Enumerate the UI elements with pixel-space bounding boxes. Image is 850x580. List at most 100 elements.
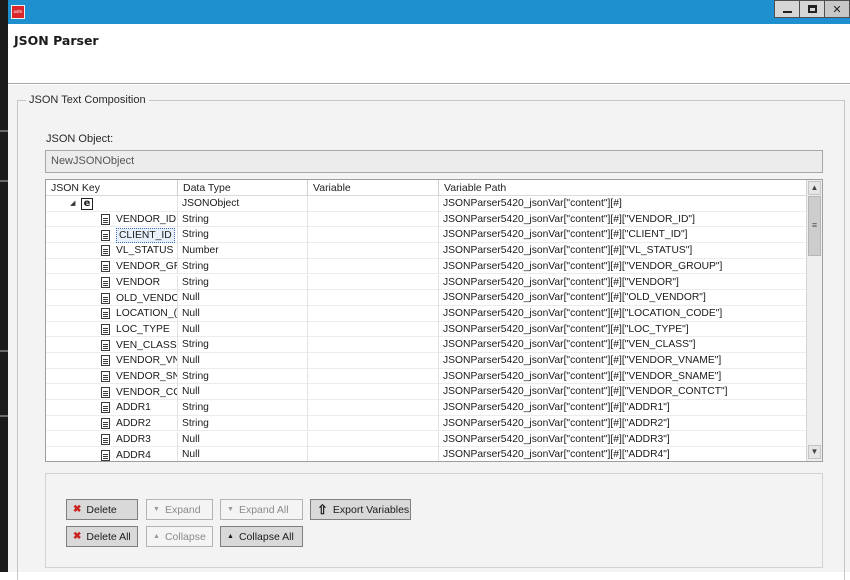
json-object-label: JSON Object: [46, 133, 114, 145]
collapse-triangle-icon[interactable]: ◢ [70, 197, 78, 210]
variable-cell[interactable] [308, 353, 439, 369]
table-row[interactable]: VENDOR_CO Null JSONParser5420_jsonVar["con… [46, 384, 806, 401]
json-key-cell: VENDOR_ID [46, 211, 178, 228]
variable-cell[interactable] [308, 290, 439, 306]
variable-cell[interactable] [308, 415, 439, 432]
variable-cell[interactable] [308, 368, 439, 385]
json-key-label: VENDOR_GR( [116, 261, 178, 273]
expand-all-button-label: Expand All [238, 503, 289, 516]
data-type-cell: String [178, 400, 308, 416]
document-icon [101, 386, 110, 398]
table-row[interactable]: VL_STATUS Number JSONParser5420_jsonVar["c… [46, 243, 806, 259]
export-variables-button[interactable]: ⇧ Export Variables [310, 499, 411, 520]
variable-cell[interactable] [308, 305, 439, 322]
data-type-cell: Null [178, 353, 308, 369]
table-row[interactable]: VENDOR_ID String JSONParser5420_jsonVar["c… [46, 211, 806, 228]
delete-all-button-label: Delete All [86, 530, 131, 543]
variable-path-cell: JSONParser5420_jsonVar["content"][#]["CL… [443, 229, 688, 241]
table-row[interactable]: VENDOR_GR(String JSONParser5420_jsonVar["… [46, 258, 806, 275]
close-button[interactable]: ✕ [824, 0, 850, 18]
json-key-cell: VENDOR_SN [46, 368, 178, 385]
document-icon [101, 323, 110, 335]
variable-cell[interactable] [308, 196, 439, 212]
desktop-edge-mark [0, 180, 8, 182]
variable-path-cell: JSONParser5420_jsonVar["content"][#]["VE… [443, 276, 679, 288]
table-row[interactable]: VENDOR String JSONParser5420_jsonVar["cont… [46, 274, 806, 291]
data-type-cell: String [178, 258, 308, 275]
document-icon [101, 245, 110, 257]
minimize-button[interactable] [774, 0, 800, 18]
variable-cell[interactable] [308, 400, 439, 416]
data-type-cell: Number [178, 243, 308, 259]
table-row[interactable]: VEN_CLASS String JSONParser5420_jsonVar["c… [46, 337, 806, 353]
json-object-field[interactable]: NewJSONObject [45, 150, 823, 173]
json-key-cell: LOCATION_( [46, 305, 178, 322]
table-row[interactable]: ADDR4 Null JSONParser5420_jsonVar["content… [46, 447, 806, 461]
variable-cell[interactable] [308, 431, 439, 448]
table-row[interactable]: VENDOR_SN String JSONParser5420_jsonVar["c… [46, 368, 806, 385]
variable-cell[interactable] [308, 274, 439, 291]
document-icon [101, 371, 110, 383]
collapse-button[interactable]: ▲ Collapse [146, 526, 213, 547]
variable-cell[interactable] [308, 243, 439, 259]
table-row[interactable]: LOC_TYPE Null JSONParser5420_jsonVar["cont… [46, 321, 806, 338]
expand-button[interactable]: ▼ Expand [146, 499, 213, 520]
variable-path-cell: JSONParser5420_jsonVar["content"][#]["LO… [443, 323, 689, 335]
document-icon [101, 308, 110, 320]
document-icon [101, 276, 110, 288]
column-header-json-key[interactable]: JSON Key [46, 180, 178, 196]
scroll-thumb[interactable]: ≡ [808, 196, 821, 256]
json-key-label: LOCATION_( [116, 308, 178, 320]
collapse-all-button-label: Collapse All [238, 530, 294, 543]
variable-path-cell: JSONParser5420_jsonVar["content"][#]["VL… [443, 245, 693, 257]
json-key-label: VEN_CLASS [116, 339, 177, 351]
document-icon [101, 355, 110, 367]
json-key-label: ADDR3 [116, 433, 151, 445]
table-row[interactable]: OLD_VENDO Null JSONParser5420_jsonVar["con… [46, 290, 806, 306]
variable-cell[interactable] [308, 384, 439, 401]
table-row[interactable]: LOCATION_(Null JSONParser5420_jsonVar["co… [46, 305, 806, 322]
group-legend: JSON Text Composition [26, 94, 149, 106]
variable-path-cell: JSONParser5420_jsonVar["content"][#]["AD… [443, 417, 670, 429]
variable-path-cell: JSONParser5420_jsonVar["content"][#]["VE… [443, 260, 723, 272]
variable-cell[interactable] [308, 227, 439, 244]
json-key-cell: OLD_VENDO [46, 290, 178, 306]
collapse-icon: ▲ [153, 532, 160, 540]
json-key-cell: VENDOR_VN [46, 353, 178, 369]
delete-button-label: Delete [86, 503, 117, 516]
variable-cell[interactable] [308, 447, 439, 461]
scroll-up-icon[interactable]: ▲ [808, 181, 821, 195]
expand-all-button[interactable]: ▼ Expand All [220, 499, 303, 520]
variable-cell[interactable] [308, 321, 439, 338]
variable-cell[interactable] [308, 337, 439, 353]
action-button-panel: ✖ Delete ▼ Expand ▼ Expand All ⇧ Export … [45, 473, 823, 568]
table-row[interactable]: ADDR3 Null JSONParser5420_jsonVar["content… [46, 431, 806, 448]
vertical-scrollbar[interactable]: ▲ ≡ ▼ [806, 180, 822, 461]
document-icon [101, 402, 110, 414]
json-key-label: VENDOR_CO [116, 386, 178, 398]
variable-cell[interactable] [308, 211, 439, 228]
title-bar[interactable]: adm ✕ [8, 0, 850, 24]
table-row[interactable]: ADDR1 String JSONParser5420_jsonVar["conte… [46, 400, 806, 416]
maximize-button[interactable] [799, 0, 825, 18]
scroll-down-icon[interactable]: ▼ [808, 445, 821, 459]
desktop-edge [0, 0, 8, 572]
column-header-data-type[interactable]: Data Type [178, 180, 308, 196]
collapse-all-button[interactable]: ▲ Collapse All [220, 526, 303, 547]
table-row-root[interactable]: ◢ e JSONObject JSONParser5420_jsonVar["cont… [46, 196, 806, 212]
json-key-table[interactable]: JSON Key Data Type Variable Variable Pat… [45, 179, 823, 462]
table-row[interactable]: ADDR2 String JSONParser5420_jsonVar["conte… [46, 415, 806, 432]
document-icon [101, 292, 110, 304]
column-header-variable-path[interactable]: Variable Path [439, 180, 806, 196]
json-key-cell: VENDOR [46, 274, 178, 291]
collapse-button-label: Collapse [164, 530, 206, 543]
json-key-label: VENDOR_VN [116, 355, 178, 367]
table-row[interactable]: CLIENT_ID String JSONParser5420_jsonVar["c… [46, 227, 806, 244]
column-header-variable[interactable]: Variable [308, 180, 439, 196]
variable-cell[interactable] [308, 258, 439, 275]
variable-path-cell: JSONParser5420_jsonVar["content"][#]["LO… [443, 307, 723, 319]
delete-button[interactable]: ✖ Delete [66, 499, 138, 520]
desktop-edge-mark [0, 415, 8, 417]
delete-all-button[interactable]: ✖ Delete All [66, 526, 138, 547]
table-row[interactable]: VENDOR_VN Null JSONParser5420_jsonVar["con… [46, 353, 806, 369]
